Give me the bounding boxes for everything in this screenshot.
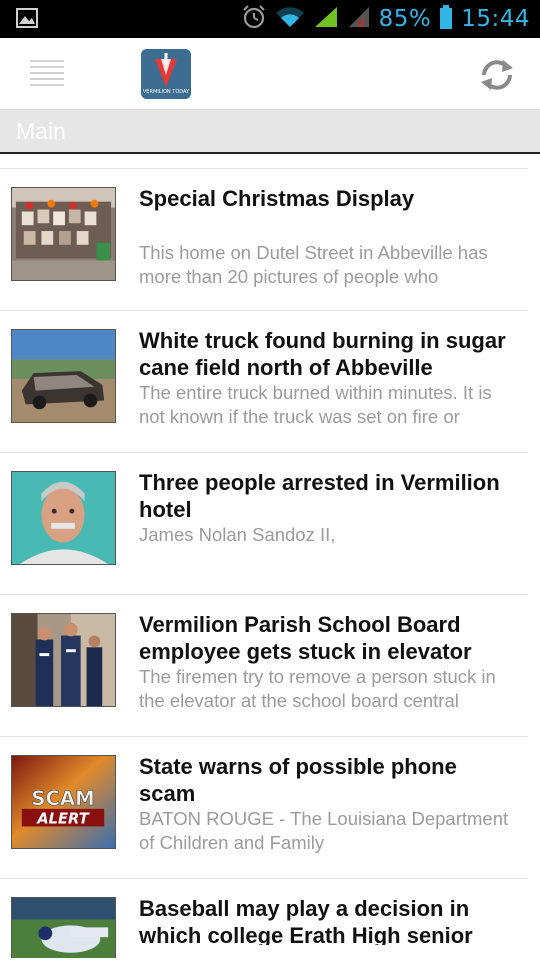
list-item[interactable]: Special Christmas Display This home on D… (0, 168, 528, 310)
thumbnail-image (11, 329, 116, 423)
list-item[interactable]: Three people arrested in Vermilion hotel… (0, 452, 528, 594)
article-title[interactable]: Baseball may play a decision in which co… (139, 895, 519, 945)
signal-no-data-icon: d (347, 5, 371, 33)
status-bar: d 85% 15:44 (0, 0, 540, 38)
thumbnail-image (11, 613, 116, 707)
signal-icon (313, 5, 339, 33)
refresh-icon[interactable] (478, 56, 516, 94)
thumbnail-image (11, 897, 116, 958)
article-description: The firemen try to remove a person stuck… (139, 666, 496, 711)
article-title[interactable]: Special Christmas Display (139, 185, 519, 212)
list-item[interactable]: Baseball may play a decision in which co… (0, 878, 528, 958)
article-title[interactable]: Three people arrested in Vermilion hotel (139, 469, 519, 523)
article-title[interactable]: Vermilion Parish School Board employee g… (139, 611, 519, 665)
article-list[interactable]: Special Christmas Display This home on D… (0, 168, 528, 958)
list-item[interactable]: White truck found burning in sugar cane … (0, 310, 528, 452)
clock-time: 15:44 (461, 6, 530, 32)
logo-text: VERMILION TODAY (142, 89, 190, 95)
article-description: James Nolan Sandoz II, (139, 524, 336, 545)
app-logo[interactable]: VERMILION TODAY (141, 49, 191, 99)
article-title[interactable]: White truck found burning in sugar cane … (139, 327, 519, 381)
scam-alert-image: SCAM ALERT (11, 755, 116, 849)
action-bar: VERMILION TODAY (0, 38, 540, 110)
list-item[interactable]: Vermilion Parish School Board employee g… (0, 594, 528, 736)
battery-icon (439, 4, 453, 34)
thumbnail-image (11, 187, 116, 281)
list-item[interactable]: SCAM ALERT State warns of possible phone… (0, 736, 528, 878)
article-description: The entire truck burned within minutes. … (139, 382, 492, 427)
battery-percent: 85% (378, 6, 432, 32)
section-title: Main (16, 118, 66, 144)
thumbnail-image (11, 471, 116, 565)
alarm-icon (241, 4, 267, 34)
picture-icon (16, 8, 38, 32)
article-title[interactable]: State warns of possible phone scam (139, 753, 519, 807)
article-description: BATON ROUGE - The Louisiana Department o… (139, 808, 509, 853)
wifi-icon (275, 5, 305, 33)
section-header: Main (0, 110, 540, 154)
hamburger-menu-icon[interactable] (30, 60, 64, 88)
article-description: This home on Dutel Street in Abbeville h… (139, 242, 488, 287)
alert-text: ALERT (36, 811, 89, 828)
svg-text:d: d (357, 16, 365, 29)
scam-text: SCAM (31, 787, 94, 810)
